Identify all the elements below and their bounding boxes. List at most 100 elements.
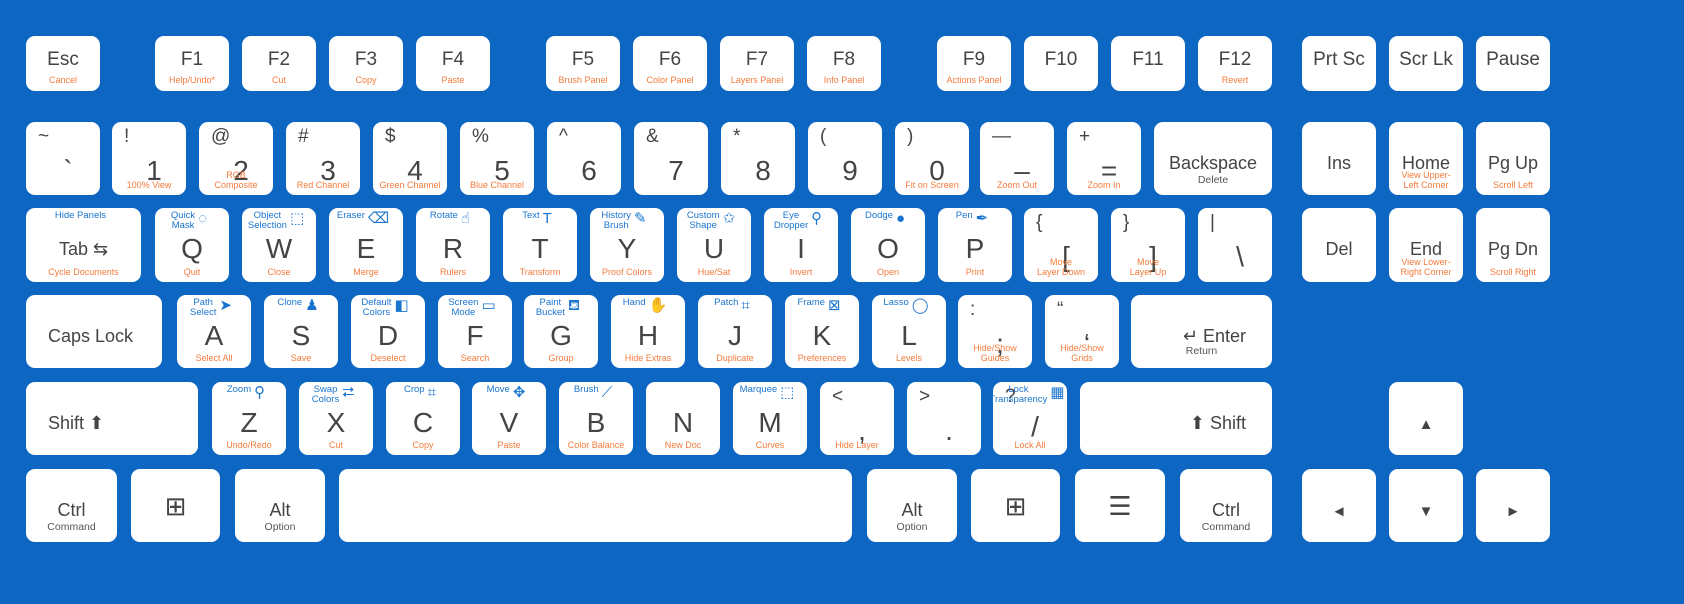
key-home[interactable]: Home View Upper- Left Corner [1389,122,1463,195]
shift-symbol: { [1036,212,1043,233]
key-label: Ins [1326,153,1351,173]
key-u[interactable]: Custom Shape ✩ U Hue/Sat [677,208,751,282]
key-f5[interactable]: F5 Brush Panel [546,36,620,91]
key-w[interactable]: Object Selection ⬚ W Close [242,208,316,282]
key-v[interactable]: Move ✥ V Paste [472,382,546,455]
key-g[interactable]: Paint Bucket ⛾ G Group [524,295,598,368]
key-label: V [499,407,519,438]
key-ins[interactable]: Ins [1302,122,1376,195]
key-shift[interactable]: ⬆ Shift [1080,382,1272,455]
tool-name: Path Select [190,297,217,318]
key-8[interactable]: * 8 [721,122,795,195]
key-f3[interactable]: F3 Copy [329,36,403,91]
key-6[interactable]: ^ 6 [547,122,621,195]
key-blank[interactable]: ► [1476,469,1550,542]
tool-name: Paint Bucket [535,297,565,318]
key-i[interactable]: Eye Dropper ⚲ I Invert [764,208,838,282]
key-f12[interactable]: F12 Revert [1198,36,1272,91]
key-m[interactable]: Marquee ⬚ M Curves [733,382,807,455]
key-f6[interactable]: F6 Color Panel [633,36,707,91]
key-blank[interactable]: ◄ [1302,469,1376,542]
key-pg-up[interactable]: Pg Up Scroll Left [1476,122,1550,195]
key-blank[interactable]: ? Lock Transparency ▦ / Lock All [990,382,1067,455]
key-h[interactable]: Hand ✋ H Hide Extras [611,295,685,368]
key-d[interactable]: Default Colors ◧ D Deselect [351,295,425,368]
key-enter[interactable]: ↵ Enter Return [1131,295,1272,368]
key-4[interactable]: $4 Green Channel [373,122,447,195]
key-3[interactable]: #3 Red Channel [286,122,360,195]
key-backspace[interactable]: Backspace Delete [1154,122,1272,195]
key-alt[interactable]: Alt Option [867,469,957,542]
key-f[interactable]: Screen Mode ▭ F Search [438,295,512,368]
key-e[interactable]: Eraser ⌫ E Merge [329,208,403,282]
key-blank[interactable]: | \ [1198,208,1272,282]
key-f11[interactable]: F11 [1111,36,1185,91]
key-ctrl[interactable]: Ctrl Command [26,469,117,542]
key-y[interactable]: History Brush ✎ Y Proof Colors [590,208,664,282]
key-r[interactable]: Rotate ☝ R Rulers [416,208,490,282]
key-f1[interactable]: F1 Help/Undo* [155,36,229,91]
key-f7[interactable]: F7 Layers Panel [720,36,794,91]
key-n[interactable]: N New Doc [646,382,720,455]
key-f4[interactable]: F4 Paste [416,36,490,91]
key-pg-dn[interactable]: Pg Dn Scroll Right [1476,208,1550,282]
key-blank[interactable]: <, Hide Layer [820,382,894,455]
key-blank[interactable]: >. [907,382,981,455]
key-q[interactable]: Quick Mask ◌ Q Quit [155,208,229,282]
key-t[interactable]: Text T T Transform [503,208,577,282]
key-blank[interactable]: }] Move Layer Up [1111,208,1185,282]
key-a[interactable]: Path Select ➤ A Select All [177,295,251,368]
menu-key[interactable]: ☰ [1075,469,1165,542]
key-ctrl[interactable]: Ctrl Command [1180,469,1272,542]
key-label: Q [181,233,203,264]
key-9[interactable]: (9 [808,122,882,195]
key-prt-sc[interactable]: Prt Sc [1302,36,1376,91]
key-0[interactable]: ) 0 Fit on Screen [895,122,969,195]
windows-key[interactable]: ⊞ [131,469,220,542]
key-blank[interactable]: + = Zoom In [1067,122,1141,195]
key-esc[interactable]: Esc Cancel [26,36,100,91]
key-alt[interactable]: Alt Option [235,469,325,542]
key-del[interactable]: Del [1302,208,1376,282]
cursor-arrow-icon: ➤ [219,297,232,314]
key-blank[interactable]: ~ ` [26,122,100,195]
key-blank[interactable]: — – Zoom Out [980,122,1054,195]
key-shift[interactable]: Shift ⬆ [26,382,198,455]
key-1[interactable]: ! 1 100% View [112,122,186,195]
key-j[interactable]: Patch ⌗ J Duplicate [698,295,772,368]
eyedropper-icon: ⚲ [811,210,823,227]
key-blank[interactable]: {[Move Layer Down [1024,208,1098,282]
key-end[interactable]: End View Lower- Right Corner [1389,208,1463,282]
key-label: F8 [832,49,856,70]
key-k[interactable]: Frame ⊠ K Preferences [785,295,859,368]
shortcut-action: Hide/Show Grids [1060,343,1104,363]
dodge-icon: ● [895,210,906,227]
space-bar[interactable] [339,469,852,542]
key-p[interactable]: Pen ✒ P Print [938,208,1012,282]
key-caps-lock[interactable]: Caps Lock [26,295,162,368]
key-f8[interactable]: F8 Info Panel [807,36,881,91]
key-blank[interactable]: ▼ [1389,469,1463,542]
key-f9[interactable]: F9 Actions Panel [937,36,1011,91]
key-f10[interactable]: F10 [1024,36,1098,91]
key-sublabel: Delete [1197,174,1229,186]
key-l[interactable]: Lasso ◯ L Levels [872,295,946,368]
key-f2[interactable]: F2 Cut [242,36,316,91]
key-x[interactable]: Swap Colors ⮂ X Cut [299,382,373,455]
key-scr-lk[interactable]: Scr Lk [1389,36,1463,91]
key-s[interactable]: Clone ♟ S Save [264,295,338,368]
key-o[interactable]: Dodge ● O Open [851,208,925,282]
key-2[interactable]: @2 RGB Composite [199,122,273,195]
key-blank[interactable]: “‘Hide/Show Grids [1045,295,1119,368]
key-label: F6 [658,49,682,70]
key-blank[interactable]: ▲ [1389,382,1463,455]
key-c[interactable]: Crop ⌗ C Copy [386,382,460,455]
key-z[interactable]: Zoom ⚲ Z Undo/Redo [212,382,286,455]
key-tab[interactable]: Hide Panels Tab ⇆ Cycle Documents [26,208,141,282]
key-5[interactable]: % 5 Blue Channel [460,122,534,195]
key-pause[interactable]: Pause [1476,36,1550,91]
key-7[interactable]: & 7 [634,122,708,195]
key-b[interactable]: Brush ⟋ B Color Balance [559,382,633,455]
key-blank[interactable]: :; Hide/Show Guides [958,295,1032,368]
windows-key[interactable]: ⊞ [971,469,1060,542]
